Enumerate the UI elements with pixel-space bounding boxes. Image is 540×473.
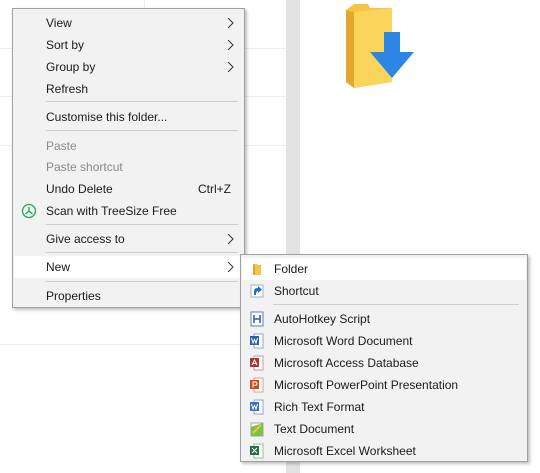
- text-document-icon: [250, 422, 264, 437]
- menu-item-label: Sort by: [46, 38, 85, 52]
- chevron-right-icon: [227, 262, 234, 272]
- menu-item-label: Customise this folder...: [46, 110, 168, 124]
- new-submenu: Folder Shortcut AutoHotkey Script Micros…: [240, 254, 528, 462]
- word-document-icon: [250, 333, 264, 349]
- submenu-item-rtf[interactable]: Rich Text Format: [242, 396, 526, 418]
- menu-item-paste[interactable]: Paste: [14, 135, 243, 157]
- treesize-icon: [21, 203, 37, 219]
- menu-item-label: AutoHotkey Script: [274, 312, 371, 326]
- chevron-right-icon: [227, 40, 234, 50]
- submenu-item-autohotkey[interactable]: AutoHotkey Script: [242, 308, 526, 330]
- shortcut-icon: [250, 284, 264, 298]
- submenu-item-word[interactable]: Microsoft Word Document: [242, 330, 526, 352]
- menu-item-refresh[interactable]: Refresh: [14, 78, 243, 100]
- menu-item-label: Microsoft Word Document: [274, 334, 413, 348]
- menu-item-label: New: [46, 260, 71, 274]
- menu-item-group-by[interactable]: Group by: [14, 56, 243, 78]
- submenu-item-excel[interactable]: Microsoft Excel Worksheet: [242, 440, 526, 462]
- menu-item-label: Group by: [46, 60, 96, 74]
- menu-item-label: Shortcut: [274, 284, 319, 298]
- submenu-item-text[interactable]: Text Document: [242, 418, 526, 440]
- submenu-item-powerpoint[interactable]: Microsoft PowerPoint Presentation: [242, 374, 526, 396]
- access-database-icon: [250, 355, 264, 371]
- chevron-right-icon: [227, 234, 234, 244]
- menu-item-undo-delete[interactable]: Undo Delete Ctrl+Z: [14, 178, 243, 200]
- menu-item-label: Microsoft PowerPoint Presentation: [274, 378, 459, 392]
- submenu-item-shortcut[interactable]: Shortcut: [242, 280, 526, 302]
- menu-item-label: Folder: [274, 262, 309, 276]
- context-menu: View Sort by Group by Refresh Customise …: [12, 8, 245, 308]
- menu-item-label: Microsoft Access Database: [274, 356, 419, 370]
- downloads-folder-icon[interactable]: [340, 2, 420, 88]
- menu-separator: [46, 101, 238, 102]
- menu-item-label: Paste: [46, 139, 77, 153]
- rtf-document-icon: [250, 399, 264, 415]
- menu-item-label: Scan with TreeSize Free: [46, 204, 177, 218]
- powerpoint-icon: [250, 377, 264, 393]
- autohotkey-script-icon: [250, 311, 264, 327]
- menu-item-label: Text Document: [274, 422, 355, 436]
- menu-item-shortcut: Ctrl+Z: [198, 182, 231, 196]
- chevron-right-icon: [227, 18, 234, 28]
- excel-worksheet-icon: [250, 443, 264, 459]
- menu-item-sort-by[interactable]: Sort by: [14, 34, 243, 56]
- menu-separator: [46, 130, 238, 131]
- submenu-item-folder[interactable]: Folder: [242, 258, 526, 280]
- folder-icon: [253, 264, 261, 275]
- menu-item-label: Paste shortcut: [46, 160, 123, 174]
- menu-item-label: Give access to: [46, 232, 125, 246]
- menu-item-paste-shortcut[interactable]: Paste shortcut: [14, 156, 243, 178]
- menu-item-label: Microsoft Excel Worksheet: [274, 444, 416, 458]
- menu-item-label: Rich Text Format: [274, 400, 365, 414]
- menu-separator: [46, 281, 238, 282]
- background-gridline: [144, 0, 145, 8]
- menu-separator: [46, 224, 238, 225]
- submenu-item-access[interactable]: Microsoft Access Database: [242, 352, 526, 374]
- menu-item-view[interactable]: View: [14, 12, 243, 34]
- menu-item-label: Undo Delete: [46, 182, 113, 196]
- menu-item-properties[interactable]: Properties: [14, 285, 243, 307]
- menu-item-label: View: [46, 16, 72, 30]
- menu-item-label: Properties: [46, 289, 101, 303]
- menu-separator: [46, 252, 238, 253]
- menu-item-give-access[interactable]: Give access to: [14, 228, 243, 250]
- menu-item-new[interactable]: New: [14, 256, 243, 278]
- chevron-right-icon: [227, 62, 234, 72]
- menu-separator: [273, 304, 519, 305]
- menu-item-customise-folder[interactable]: Customise this folder...: [14, 106, 243, 128]
- menu-item-scan-treesize[interactable]: Scan with TreeSize Free: [14, 200, 243, 222]
- menu-item-label: Refresh: [46, 82, 89, 96]
